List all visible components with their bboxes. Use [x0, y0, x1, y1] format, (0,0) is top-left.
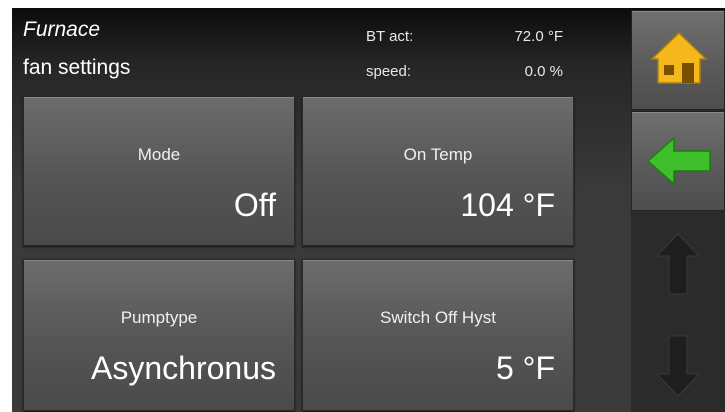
- on-temp-label: On Temp: [403, 145, 473, 164]
- pumptype-tile[interactable]: Pumptype Asynchronus: [23, 259, 295, 411]
- device-screen: Furnace fan settings BT act: 72.0 °F spe…: [12, 8, 725, 412]
- switch-off-hyst-value: 5 °F: [495, 350, 555, 386]
- switch-off-hyst-label: Switch Off Hyst: [380, 308, 496, 327]
- mode-label: Mode: [137, 145, 181, 164]
- bt-act-value: 72.0 °F: [514, 28, 563, 45]
- on-temp-value: 104 °F: [460, 187, 555, 223]
- scroll-down-button[interactable]: [631, 320, 725, 410]
- speed-label: speed:: [366, 63, 412, 80]
- on-temp-tile[interactable]: On Temp 104 °F: [302, 96, 574, 246]
- page-title-line1: Furnace: [23, 18, 101, 41]
- scroll-up-button[interactable]: [631, 218, 725, 308]
- switch-off-hyst-tile[interactable]: Switch Off Hyst 5 °F: [302, 259, 574, 411]
- pumptype-value: Asynchronus: [91, 350, 276, 386]
- speed-value: 0.0 %: [524, 63, 563, 80]
- mode-tile[interactable]: Mode Off: [23, 96, 295, 246]
- home-icon: [650, 31, 708, 84]
- pumptype-label: Pumptype: [120, 308, 198, 327]
- mode-value: Off: [233, 187, 276, 223]
- scroll-down-arrow-icon: [655, 335, 701, 397]
- scroll-up-arrow-icon: [655, 233, 701, 295]
- back-button[interactable]: [631, 111, 725, 211]
- home-button[interactable]: [631, 10, 725, 110]
- bt-act-label: BT act:: [366, 28, 414, 45]
- back-arrow-icon: [646, 136, 711, 186]
- page-title-line2: fan settings: [23, 56, 131, 79]
